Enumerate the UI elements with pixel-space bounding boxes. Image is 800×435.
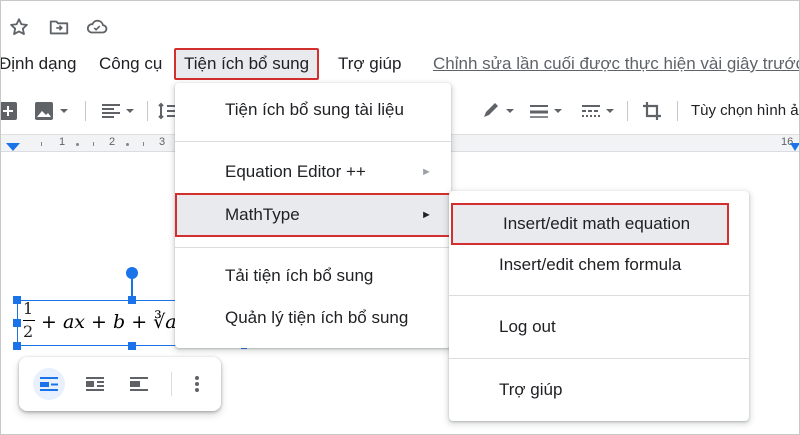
ruler-tick [76,143,79,146]
menu-item-label: Log out [499,317,556,336]
break-text-icon[interactable] [123,368,155,400]
menu-item-insert-chem-formula[interactable]: Insert/edit chem formula [449,244,749,286]
image-wrap-toolbar [19,357,221,411]
crop-icon[interactable] [641,97,663,125]
menu-item-label: Trợ giúp [499,380,563,399]
ruler-number: 3 [159,136,166,148]
title-icons [1,11,131,43]
align-icon[interactable] [99,97,139,125]
pen-color-icon[interactable] [479,97,519,125]
toolbar-separator [171,372,172,396]
menu-item-help[interactable]: Trợ giúp [449,369,749,411]
menu-item-get-addons[interactable]: Tải tiện ích bổ sung [175,255,451,297]
insert-image-icon[interactable] [33,97,71,125]
resize-handle[interactable] [13,319,21,327]
ruler-tick [143,142,144,146]
menu-divider [449,358,749,359]
menu-help[interactable]: Trợ giúp [338,51,401,77]
ruler-tick [93,142,94,146]
menu-item-label: MathType [225,205,300,224]
fraction-bar [23,320,35,321]
mathtype-submenu: Insert/edit math equation Insert/edit ch… [449,191,749,421]
fraction-denominator: 2 [23,322,34,341]
menu-item-label: Insert/edit math equation [503,214,691,233]
menu-item-insert-math-equation[interactable]: Insert/edit math equation [451,203,729,245]
ruler-tick [41,142,42,146]
last-edit-link[interactable]: Chỉnh sửa lần cuối được thực hiện vài gi… [433,51,799,77]
toolbar-separator [85,101,86,121]
rotate-handle[interactable] [126,267,138,279]
menu-item-label: Tải tiện ích bổ sung [225,266,374,285]
line-spacing-icon[interactable] [157,97,177,125]
menu-item-label: Quản lý tiện ích bổ sung [225,308,409,327]
menu-item-mathtype[interactable]: MathType ► [175,193,451,237]
menu-divider [449,295,749,296]
inline-wrap-icon[interactable] [33,368,65,400]
border-dash-icon[interactable] [579,97,619,125]
menu-item-label: Insert/edit chem formula [499,255,682,274]
cloud-saved-icon[interactable] [85,15,109,39]
equation-expression: + ax + b + ∛a [41,311,177,333]
menu-item-document-addons[interactable]: Tiện ích bổ sung tài liệu [175,89,451,131]
border-weight-icon[interactable] [527,97,567,125]
resize-handle[interactable] [128,296,136,304]
submenu-arrow-icon: ► [421,209,432,221]
addons-menu: Tiện ích bổ sung tài liệu Equation Edito… [175,83,451,348]
menu-item-label: Equation Editor ++ [225,162,366,181]
resize-handle[interactable] [13,296,21,304]
wrap-text-icon[interactable] [79,368,111,400]
menu-item-log-out[interactable]: Log out [449,306,749,348]
submenu-arrow-icon: ► [421,166,432,178]
ruler-number: 2 [109,136,116,148]
menu-item-label: Tiện ích bổ sung tài liệu [225,100,404,119]
toolbar-separator [677,101,678,121]
menu-divider [175,141,451,142]
menu-addons[interactable]: Tiện ích bổ sung [174,48,320,80]
docs-window: Định dạng Công cụ Tiện ích bổ sung Trợ g… [0,0,800,435]
ruler-tick [126,143,129,146]
insert-plus-icon[interactable] [1,97,19,125]
star-icon[interactable] [7,15,31,39]
menu-format[interactable]: Định dạng [1,51,77,77]
toolbar-separator [627,101,628,121]
menu-item-manage-addons[interactable]: Quản lý tiện ích bổ sung [175,297,451,339]
resize-handle[interactable] [13,342,21,350]
resize-handle[interactable] [128,342,136,350]
menu-divider [175,247,451,248]
menu-bar: Định dạng Công cụ Tiện ích bổ sung Trợ g… [1,47,799,81]
menu-item-equation-editor[interactable]: Equation Editor ++ ► [175,151,451,193]
ruler-number: 1 [59,136,66,148]
toolbar-separator [147,101,148,121]
menu-tools[interactable]: Công cụ [99,51,162,77]
move-folder-icon[interactable] [47,15,71,39]
more-options-icon[interactable] [181,368,213,400]
image-options-button[interactable]: Tùy chọn hình ả [691,97,799,125]
fraction-numerator: 1 [23,299,34,318]
